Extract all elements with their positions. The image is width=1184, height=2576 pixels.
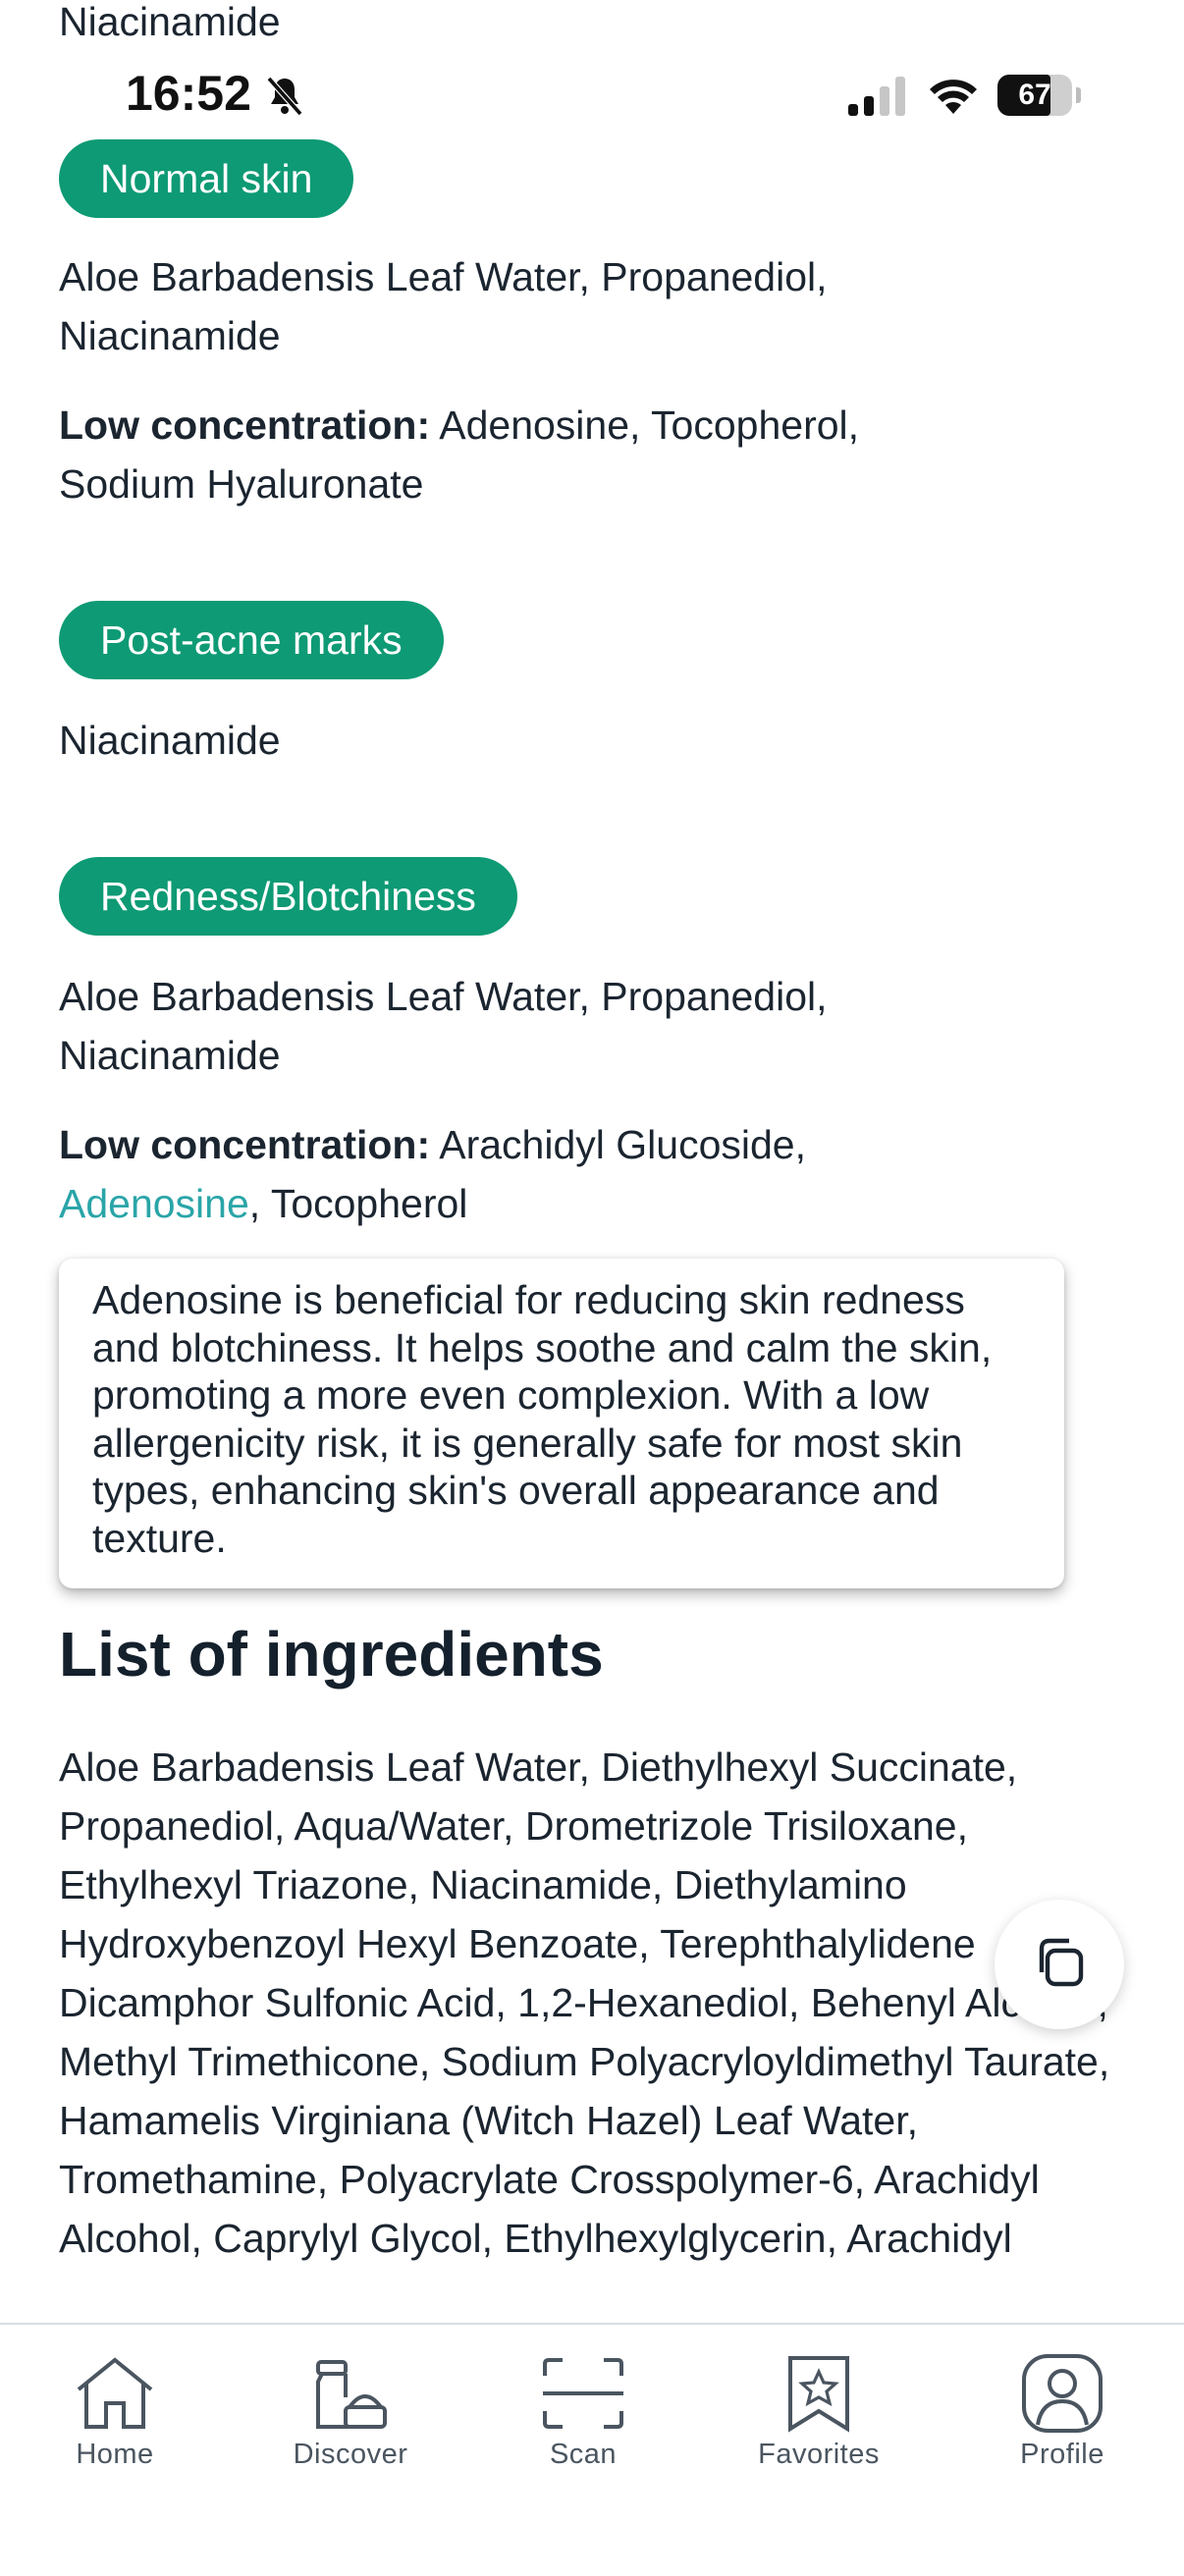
nav-profile-label: Profile [1020, 2439, 1104, 2470]
nav-home-label: Home [76, 2439, 154, 2470]
cellular-signal-icon [846, 75, 909, 123]
scrolled-ingredient-text: Niacinamide [59, 0, 281, 44]
nav-favorites-label: Favorites [758, 2439, 880, 2470]
redness-low-concentration: Low concentration: Arachidyl Glucoside, … [59, 1115, 1001, 1233]
nav-home[interactable]: Home [27, 2354, 203, 2471]
home-icon [27, 2354, 203, 2433]
discover-icon [262, 2354, 439, 2433]
nav-discover[interactable]: Discover [262, 2354, 439, 2471]
low-concentration-label: Low concentration: [59, 402, 431, 448]
nav-favorites[interactable]: Favorites [730, 2354, 907, 2471]
ingredients-list-text: Aloe Barbadensis Leaf Water, Diethylhexy… [59, 1744, 1110, 2261]
ingredient-tooltip: Adenosine is beneficial for reducing ski… [59, 1259, 1064, 1588]
adenosine-link[interactable]: Adenosine [59, 1181, 249, 1226]
tag-normal-skin: Normal skin [59, 139, 354, 218]
scan-icon [495, 2354, 672, 2433]
profile-icon [974, 2354, 1151, 2433]
redness-ingredients: Aloe Barbadensis Leaf Water, Propanediol… [59, 974, 828, 1078]
normal-skin-ingredients: Aloe Barbadensis Leaf Water, Propanediol… [59, 254, 828, 358]
bell-muted-icon [261, 73, 308, 125]
tag-redness-blotchiness: Redness/Blotchiness [59, 857, 517, 936]
wifi-icon [927, 75, 980, 121]
battery-level: 67 [1018, 79, 1051, 111]
nav-discover-label: Discover [293, 2439, 408, 2470]
low-concentration-label: Low concentration: [59, 1122, 431, 1167]
copy-icon [1028, 1931, 1091, 1999]
low-concentration-ingredients-rest: , Tocopherol [248, 1181, 468, 1226]
tooltip-text: Adenosine is beneficial for reducing ski… [92, 1277, 993, 1561]
ingredients-list-title: List of ingredients [59, 1619, 604, 1690]
normal-skin-low-concentration: Low concentration: Adenosine, Tocopherol… [59, 396, 1001, 513]
post-acne-ingredients: Niacinamide [59, 718, 281, 763]
nav-profile[interactable]: Profile [974, 2354, 1151, 2471]
nav-scan-label: Scan [549, 2439, 618, 2470]
nav-scan[interactable]: Scan [495, 2354, 672, 2471]
low-concentration-ingredients: Arachidyl Glucoside, [439, 1122, 806, 1167]
bottom-nav: Home Discover Scan Favorites Profile [0, 2323, 1184, 2576]
tag-post-acne-marks: Post-acne marks [59, 601, 444, 679]
battery-icon: 67 [997, 75, 1081, 116]
copy-button[interactable] [995, 1900, 1124, 2029]
favorites-icon [730, 2354, 907, 2433]
status-time: 16:52 [126, 66, 251, 121]
